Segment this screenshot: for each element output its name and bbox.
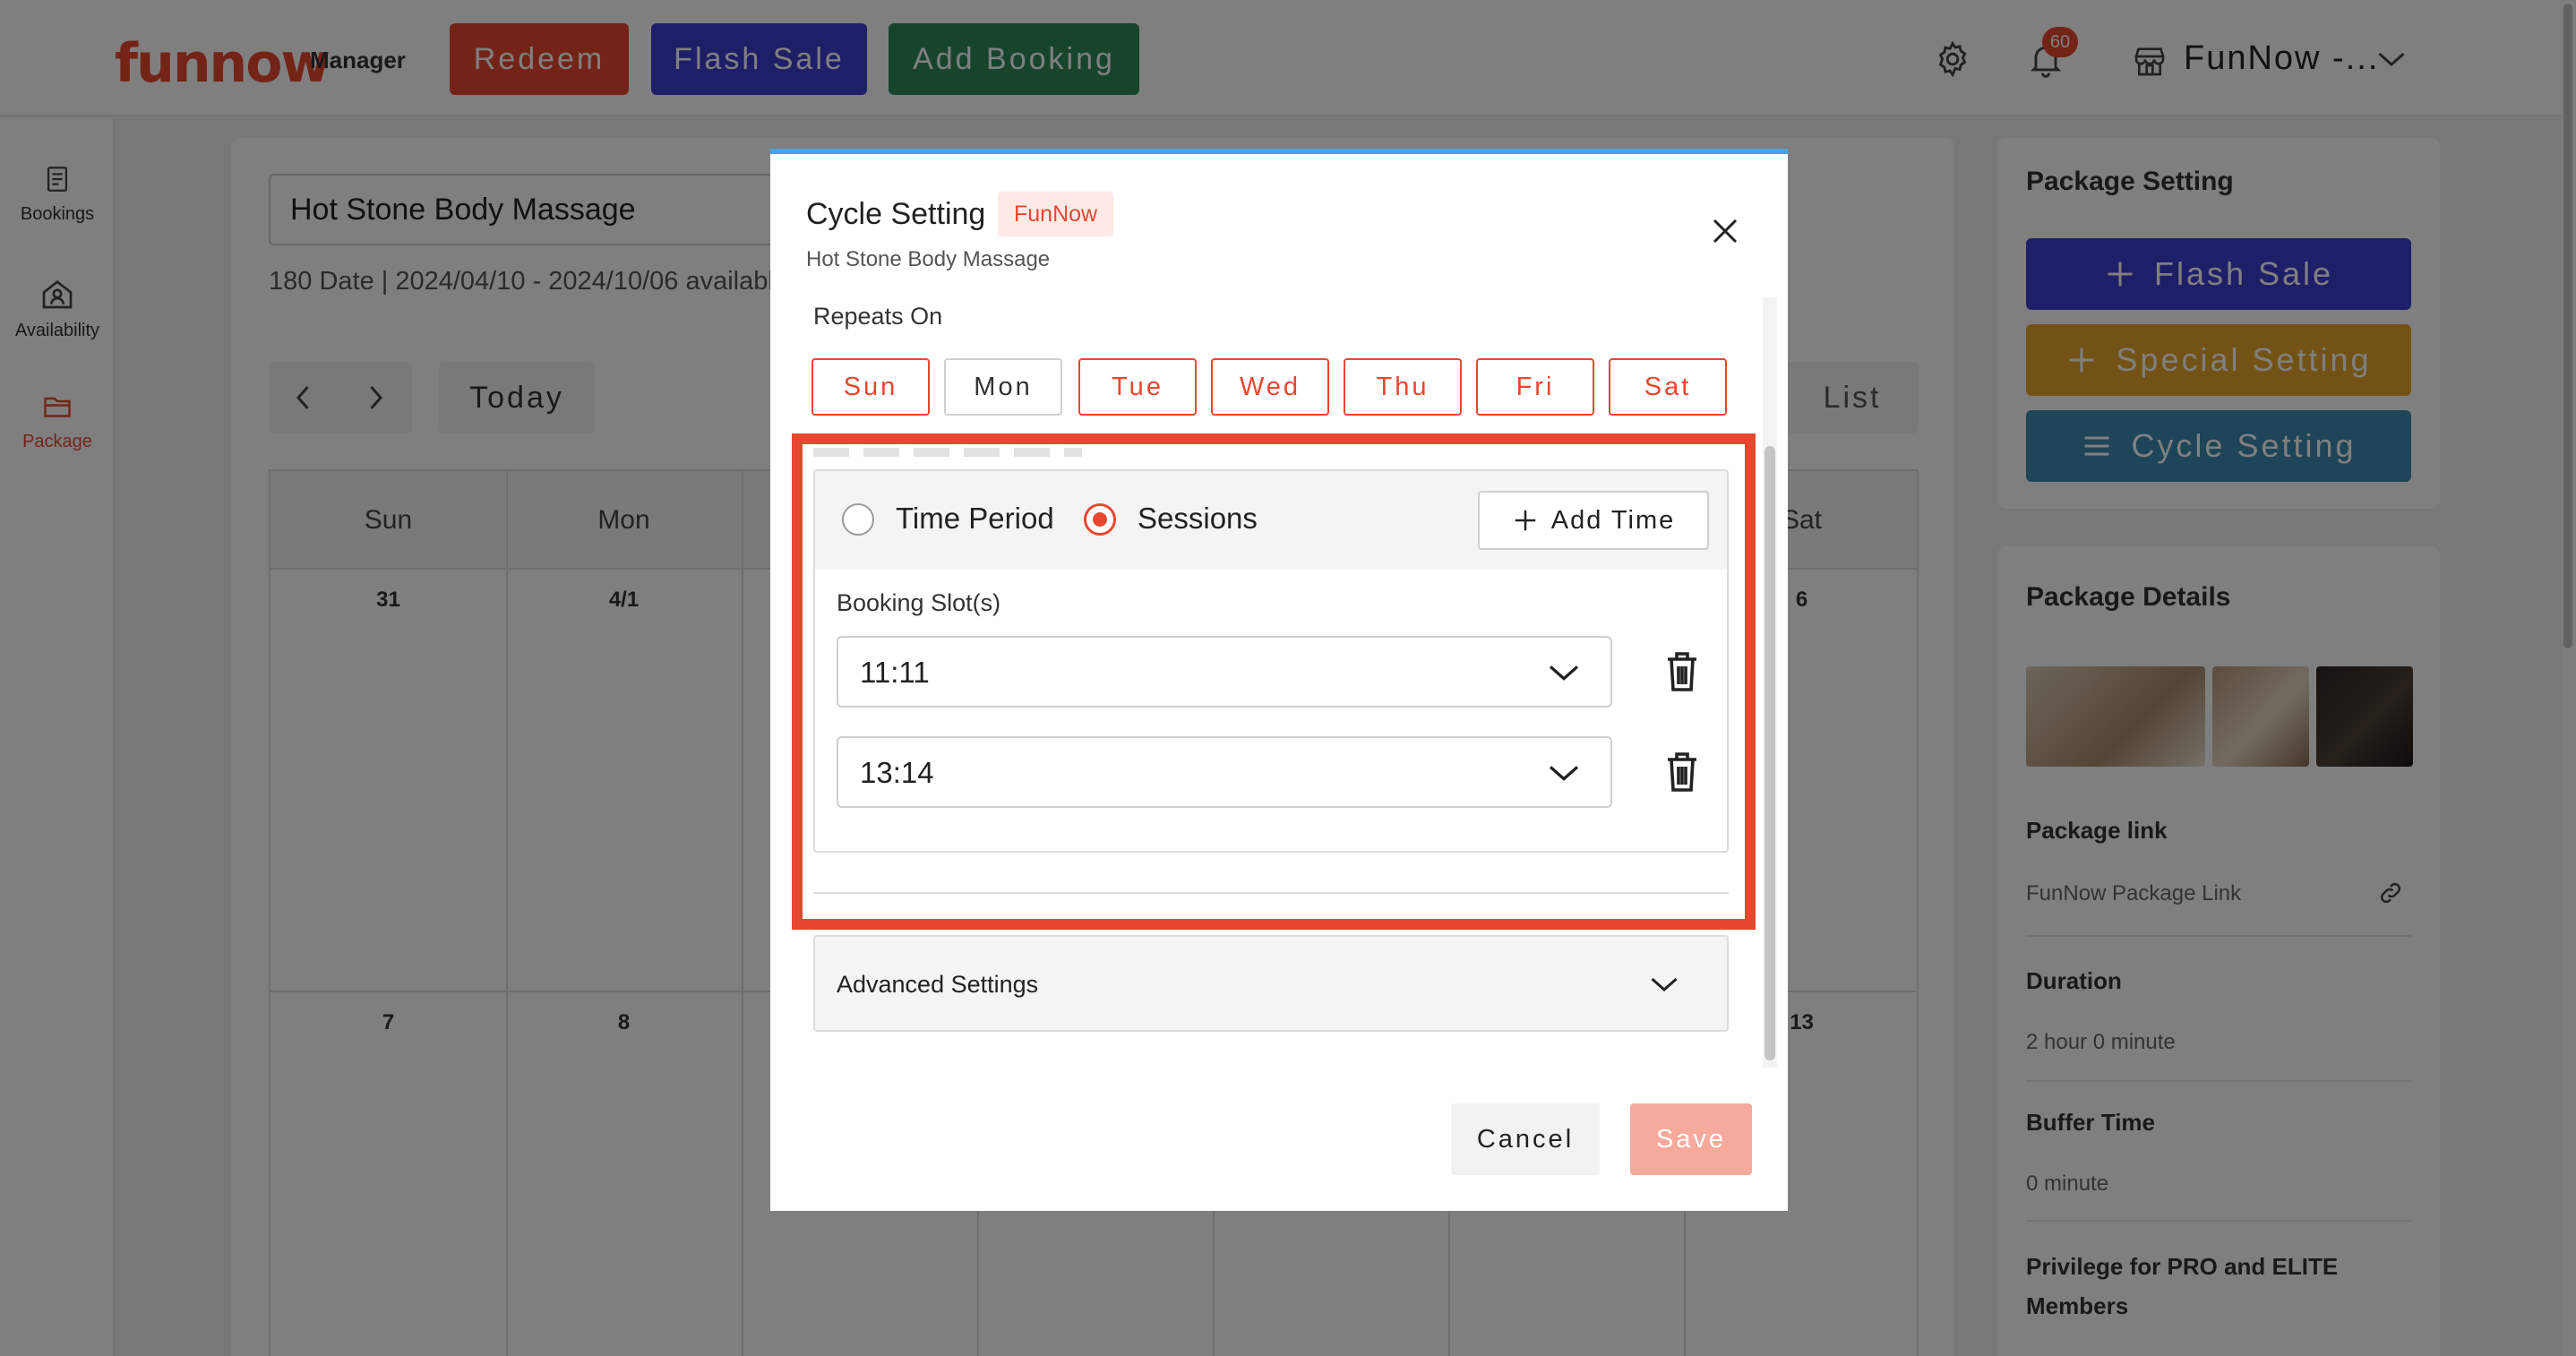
advanced-settings-label: Advanced Settings [837, 971, 1039, 998]
modal-scrollbar-thumb[interactable] [1765, 446, 1775, 1060]
save-button[interactable]: Save [1630, 1103, 1752, 1175]
cycle-setting-modal: Cycle Setting FunNow Hot Stone Body Mass… [770, 149, 1788, 1211]
highlight-annotation [792, 433, 1756, 930]
day-toggle-wed[interactable]: Wed [1211, 358, 1329, 416]
cancel-button[interactable]: Cancel [1451, 1103, 1600, 1175]
chevron-down-icon [1651, 977, 1678, 992]
advanced-settings-accordion[interactable]: Advanced Settings [813, 935, 1729, 1032]
day-toggle-mon[interactable]: Mon [944, 358, 1062, 416]
brand-tag: FunNow [998, 192, 1114, 236]
day-toggle-thu[interactable]: Thu [1344, 358, 1462, 416]
day-toggle-fri[interactable]: Fri [1476, 358, 1594, 416]
day-toggle-sun[interactable]: Sun [811, 358, 930, 416]
modal-subtitle: Hot Stone Body Massage [806, 247, 1051, 271]
day-toggle-tue[interactable]: Tue [1078, 358, 1197, 416]
day-toggle-sat[interactable]: Sat [1609, 358, 1727, 416]
repeats-on-label: Repeats On [813, 303, 943, 330]
modal-title: Cycle Setting [806, 197, 986, 231]
close-icon[interactable] [1709, 215, 1741, 247]
